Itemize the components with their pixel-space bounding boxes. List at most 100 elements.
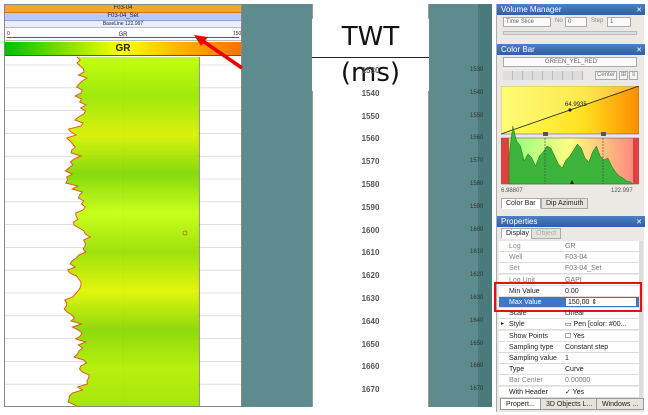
baseline-header[interactable]: BaseLine 122.997 — [5, 21, 241, 28]
right-depth-label: 1550 — [470, 112, 484, 119]
twt-depth-label: 1580 — [361, 180, 380, 189]
colorbar-max-marker — [601, 132, 606, 136]
twt-depth-label: 1630 — [361, 294, 380, 303]
property-value[interactable]: 1 — [565, 353, 637, 364]
tab-dip-azimuth[interactable]: Dip Azimuth — [541, 198, 589, 209]
property-value: GR — [565, 243, 576, 250]
colorbar-max-value: 122.997 — [611, 188, 633, 194]
right-depth-label: 1640 — [470, 317, 484, 324]
property-key: Log — [509, 243, 521, 250]
property-key: With Header — [509, 388, 548, 396]
twt-depth-label: 1530 — [361, 66, 380, 75]
properties-title-text: Properties — [501, 217, 538, 226]
tab-object[interactable]: Object — [531, 228, 562, 239]
twt-depth-label: 1600 — [361, 225, 380, 235]
depth-scene[interactable]: TWT (ms) 1530 1540 1550 1560 1570 1580 1590 160… — [242, 4, 492, 407]
property-row-well[interactable]: Well F03-04 — [499, 252, 639, 264]
twt-depth-label: 1640 — [361, 316, 380, 326]
center-button-label: Center — [596, 72, 615, 78]
red-arrow-annotation — [194, 35, 243, 70]
twt-depth-label: 1610 — [361, 248, 380, 258]
no-spinbox[interactable]: 0 — [565, 17, 587, 27]
center-button[interactable]: Center — [595, 71, 617, 80]
twt-depth-label: 1660 — [361, 362, 380, 372]
twt-depth-label: 1590 — [361, 202, 380, 212]
lock-icon[interactable]: ⊞ — [619, 71, 628, 80]
twt-depth-label: 1670 — [361, 385, 380, 395]
right-depth-label: 1580 — [470, 181, 484, 187]
colormap-dropdown[interactable]: GREEN_YEL_RED — [503, 57, 637, 67]
tab-3d-objects[interactable]: 3D Objects L... — [540, 398, 599, 410]
log-set-header[interactable]: F03-04_Set — [5, 13, 241, 21]
settings-icon[interactable]: ≡ — [629, 71, 638, 80]
property-value[interactable]: Curve — [565, 364, 637, 375]
no-label: No — [555, 18, 563, 24]
property-key: Sampling type — [509, 343, 554, 351]
histogram-left-clip — [501, 138, 509, 184]
property-value: F03-04 — [565, 254, 588, 262]
tab-color-bar[interactable]: Color Bar — [501, 198, 541, 209]
right-depth-label: 1570 — [470, 158, 484, 165]
volume-manager-title[interactable]: Volume Manager ✕ — [497, 4, 645, 15]
property-row-with-header[interactable]: With Header ✓ Yes — [499, 386, 639, 398]
right-depth-label: 1540 — [470, 89, 484, 96]
close-icon[interactable]: ✕ — [636, 217, 642, 228]
slice-slider[interactable] — [503, 31, 637, 35]
colorbar-min-marker — [543, 132, 548, 136]
right-depth-label: 1590 — [470, 203, 484, 210]
close-icon[interactable]: ✕ — [636, 45, 642, 56]
well-name-header[interactable]: F03-04 — [5, 5, 241, 13]
min-max-highlight-box — [494, 282, 642, 312]
tab-display[interactable]: Display — [501, 228, 534, 239]
property-value[interactable]: ✓ Yes — [565, 387, 637, 398]
property-key: Sampling value — [509, 355, 557, 362]
property-key: Type — [509, 366, 525, 374]
property-row-set[interactable]: Set F03-04_Set — [499, 263, 639, 275]
right-depth-label: 1600 — [470, 226, 484, 233]
right-depth-label: 1530 — [470, 67, 484, 73]
property-value[interactable]: ☐ Yes — [565, 331, 637, 342]
colorbar-histogram[interactable]: 64.9935 — [501, 86, 639, 186]
right-depth-label: 1620 — [470, 272, 484, 279]
colorbar-toolbar-icons[interactable] — [503, 71, 583, 80]
property-row-type[interactable]: Type Curve — [499, 364, 639, 376]
tab-properties[interactable]: Propert... — [500, 398, 541, 410]
volume-manager-title-text: Volume Manager — [501, 5, 562, 14]
property-row-style[interactable]: ▸ Style ▭ Pen [color: #00... — [499, 319, 639, 331]
colorbar-min-value: 6.98807 — [501, 188, 523, 194]
time-slice-label: Time Slice — [506, 19, 534, 25]
twt-depth-label: 1560 — [361, 134, 380, 144]
property-row-sampling-value[interactable]: Sampling value 1 — [499, 353, 639, 364]
property-row-bar-center[interactable]: Bar Center 0.00000 — [499, 375, 639, 387]
property-value: 0.00000 — [565, 377, 591, 385]
color-bar-title[interactable]: Color Bar ✕ — [497, 44, 645, 55]
tab-windows[interactable]: Windows ... — [596, 398, 645, 410]
properties-title[interactable]: Properties ✕ — [497, 216, 645, 227]
histogram-right-clip — [633, 138, 639, 184]
property-row-show-points[interactable]: Show Points ☐ Yes — [499, 330, 639, 342]
property-row-sampling-type[interactable]: Sampling type Constant step — [499, 341, 639, 353]
property-row-log[interactable]: Log GR — [499, 241, 639, 252]
step-spinbox-value: 1 — [610, 19, 614, 25]
no-spinbox-value: 0 — [568, 19, 572, 25]
twt-depth-label: 1650 — [361, 339, 380, 349]
property-key: Style — [509, 321, 525, 329]
twt-depth-label: 1540 — [361, 88, 380, 98]
right-depth-label: 1610 — [470, 249, 484, 256]
properties-scrollbar[interactable] — [639, 241, 643, 399]
colorbar-mid-value: 64.9935 — [565, 102, 587, 108]
gr-min-label: 0 — [7, 31, 10, 37]
property-key: Show Points — [509, 332, 548, 340]
close-icon[interactable]: ✕ — [636, 5, 642, 16]
property-key: Bar Center — [509, 377, 543, 385]
property-value[interactable]: ▭ Pen [color: #00... — [565, 319, 637, 330]
right-depth-label: 1670 — [470, 386, 484, 393]
time-slice-dropdown[interactable]: Time Slice — [503, 17, 551, 27]
gr-log-curve-plot[interactable] — [5, 57, 241, 407]
expand-icon[interactable]: ▸ — [501, 319, 504, 330]
step-spinbox[interactable]: 1 — [607, 17, 631, 27]
property-value[interactable]: Constant step — [565, 342, 637, 353]
right-depth-label: 1660 — [470, 363, 484, 370]
property-key: Set — [509, 265, 520, 273]
color-bar-title-text: Color Bar — [501, 45, 535, 54]
